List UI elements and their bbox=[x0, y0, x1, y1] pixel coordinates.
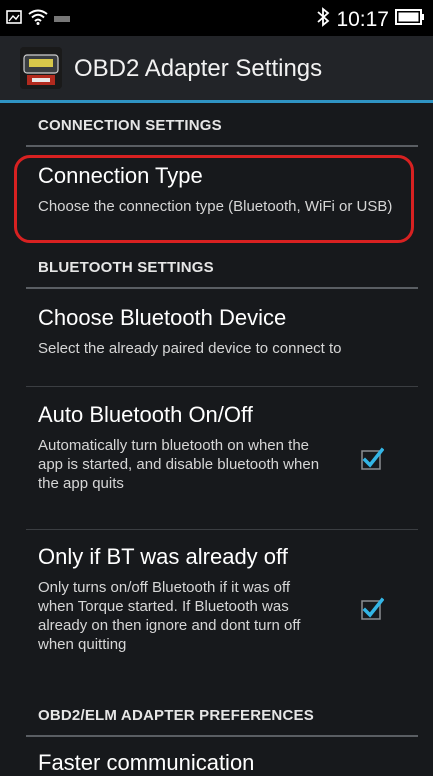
row-divider bbox=[26, 386, 418, 387]
image-notification-icon bbox=[6, 9, 22, 30]
pref-faster-comm-title: Faster communication bbox=[38, 750, 255, 775]
pref-choose-bt-device-summary: Select the already paired device to conn… bbox=[38, 340, 342, 357]
section-header-bluetooth: BLUETOOTH SETTINGS bbox=[38, 259, 214, 276]
section-divider-connection bbox=[26, 145, 418, 147]
pref-only-if-bt-off-title: Only if BT was already off bbox=[38, 544, 288, 569]
status-time: 10:17 bbox=[336, 7, 389, 31]
bluetooth-icon bbox=[316, 7, 330, 32]
checkmark-icon bbox=[361, 597, 385, 620]
section-divider-adapter bbox=[26, 735, 418, 737]
section-header-connection: CONNECTION SETTINGS bbox=[38, 117, 222, 134]
row-divider bbox=[26, 529, 418, 530]
action-bar: OBD2 Adapter Settings bbox=[0, 36, 433, 103]
battery-icon bbox=[395, 8, 425, 31]
only-if-bt-off-checkbox[interactable] bbox=[360, 597, 385, 621]
highlight-annotation bbox=[14, 155, 414, 243]
page-title: OBD2 Adapter Settings bbox=[74, 55, 323, 82]
checkmark-icon bbox=[361, 447, 385, 470]
status-bar-right: 10:17 bbox=[316, 7, 425, 32]
pref-auto-bt-summary: Automatically turn bluetooth on when the… bbox=[38, 437, 320, 492]
section-header-adapter: OBD2/ELM ADAPTER PREFERENCES bbox=[38, 707, 314, 724]
status-bar-left bbox=[6, 9, 70, 30]
torque-app-icon[interactable] bbox=[20, 47, 62, 89]
auto-bt-checkbox[interactable] bbox=[360, 447, 385, 471]
pref-auto-bt-title: Auto Bluetooth On/Off bbox=[38, 402, 253, 427]
section-divider-bluetooth bbox=[26, 287, 418, 289]
wifi-icon bbox=[28, 9, 48, 30]
pref-only-if-bt-off-summary: Only turns on/off Bluetooth if it was of… bbox=[38, 579, 301, 653]
status-bar: 10:17 bbox=[0, 0, 433, 36]
data-indicator-icon bbox=[54, 11, 70, 29]
pref-choose-bt-device-title: Choose Bluetooth Device bbox=[38, 305, 287, 330]
